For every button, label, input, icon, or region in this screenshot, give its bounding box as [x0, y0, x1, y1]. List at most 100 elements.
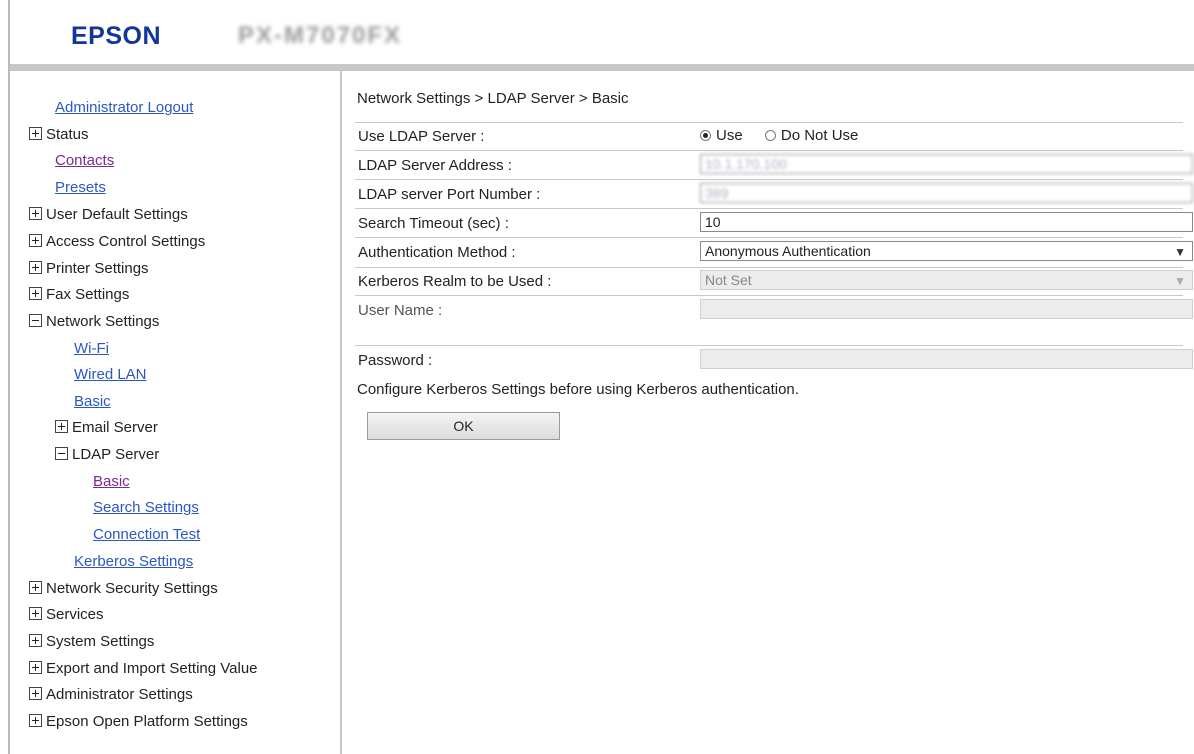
sidebar-item-label: Printer Settings: [46, 260, 149, 277]
port-number-row: LDAP server Port Number : 389: [355, 181, 1193, 207]
main-content: Network Settings > LDAP Server > Basic U…: [342, 71, 1194, 754]
sidebar-item-label: Email Server: [72, 419, 158, 436]
sidebar-item-label: LDAP Server: [72, 446, 160, 463]
auth-method-value: Anonymous Authentication: [705, 243, 871, 259]
expand-icon[interactable]: [29, 287, 42, 300]
sidebar-item-network-basic[interactable]: Basic: [74, 392, 111, 412]
divider: [355, 179, 1183, 180]
kerberos-realm-label: Kerberos Realm to be Used :: [358, 273, 552, 290]
sidebar-item-access-control-settings[interactable]: Access Control Settings: [29, 232, 205, 252]
collapse-icon[interactable]: [55, 447, 68, 460]
sidebar-item-network-security-settings[interactable]: Network Security Settings: [29, 579, 218, 599]
expand-icon[interactable]: [29, 234, 42, 247]
user-name-input: [700, 299, 1193, 319]
search-timeout-label: Search Timeout (sec) :: [358, 215, 509, 232]
sidebar-item-email-server[interactable]: Email Server: [55, 418, 158, 438]
sidebar-item-user-default-settings[interactable]: User Default Settings: [29, 205, 188, 225]
user-name-row: User Name :: [355, 297, 1193, 323]
sidebar-item-services[interactable]: Services: [29, 605, 104, 625]
kerberos-realm-select: Not Set ▼: [700, 270, 1193, 290]
use-ldap-radio-group: Use Do Not Use: [700, 127, 876, 145]
divider: [355, 345, 1183, 346]
expand-icon[interactable]: [29, 687, 42, 700]
divider: [355, 295, 1183, 296]
collapse-icon[interactable]: [29, 314, 42, 327]
radio-selected-icon[interactable]: [700, 130, 711, 141]
sidebar-item-label: Fax Settings: [46, 286, 130, 303]
sidebar-item-ldap-server[interactable]: LDAP Server: [55, 445, 159, 465]
sidebar-item-label: User Default Settings: [46, 206, 188, 223]
sidebar-item-epson-open-platform[interactable]: Epson Open Platform Settings: [29, 712, 248, 732]
expand-icon[interactable]: [29, 207, 42, 220]
expand-icon[interactable]: [29, 607, 42, 620]
expand-icon[interactable]: [29, 261, 42, 274]
port-number-input[interactable]: 389: [700, 183, 1193, 203]
sidebar-item-contacts[interactable]: Contacts: [55, 151, 114, 171]
sidebar-item-label: Network Settings: [46, 313, 160, 330]
server-address-row: LDAP Server Address : 10.1.170.100: [355, 152, 1193, 178]
kerberos-realm-value: Not Set: [705, 272, 752, 288]
sidebar-item-label: Administrator Settings: [46, 686, 193, 703]
sidebar-item-printer-settings[interactable]: Printer Settings: [29, 259, 149, 279]
kerberos-realm-row: Kerberos Realm to be Used : Not Set ▼: [355, 268, 1193, 294]
expand-icon[interactable]: [29, 661, 42, 674]
expand-icon[interactable]: [29, 581, 42, 594]
sidebar-item-network-settings[interactable]: Network Settings: [29, 312, 159, 332]
do-not-use-radio[interactable]: Do Not Use: [764, 127, 859, 144]
model-name: PX-M7070FX: [238, 22, 403, 49]
sidebar-item-ldap-basic[interactable]: Basic: [93, 472, 130, 492]
sidebar-item-export-import[interactable]: Export and Import Setting Value: [29, 659, 258, 679]
sidebar-item-label: Services: [46, 606, 104, 623]
sidebar-item-label: Status: [46, 126, 89, 143]
auth-method-label: Authentication Method :: [358, 244, 516, 261]
header: EPSON PX-M7070FX: [10, 0, 1194, 64]
sidebar-item-wired-lan[interactable]: Wired LAN: [74, 365, 147, 385]
divider: [355, 237, 1183, 238]
use-ldap-row: Use LDAP Server : Use Do Not Use: [355, 123, 1183, 149]
sidebar-item-label: System Settings: [46, 633, 155, 650]
chevron-down-icon[interactable]: ▼: [1174, 243, 1186, 261]
auth-method-row: Authentication Method : Anonymous Authen…: [355, 239, 1193, 265]
kerberos-note: Configure Kerberos Settings before using…: [357, 381, 799, 398]
sidebar-item-system-settings[interactable]: System Settings: [29, 632, 154, 652]
expand-icon[interactable]: [29, 714, 42, 727]
chevron-down-icon: ▼: [1174, 274, 1186, 288]
port-number-label: LDAP server Port Number :: [358, 186, 541, 203]
breadcrumb: Network Settings > LDAP Server > Basic: [357, 90, 629, 107]
auth-method-select[interactable]: Anonymous Authentication ▼: [700, 241, 1193, 261]
expand-icon[interactable]: [29, 127, 42, 140]
header-band: [10, 64, 1194, 71]
sidebar-item-status[interactable]: Status: [29, 125, 89, 145]
expand-icon[interactable]: [55, 420, 68, 433]
ok-button[interactable]: OK: [367, 412, 560, 440]
password-input: [700, 349, 1193, 369]
sidebar-item-administrator-logout[interactable]: Administrator Logout: [55, 98, 193, 118]
radio-label: Do Not Use: [780, 127, 859, 144]
sidebar-item-fax-settings[interactable]: Fax Settings: [29, 285, 129, 305]
sidebar-item-label: Export and Import Setting Value: [46, 660, 258, 677]
password-label: Password :: [358, 352, 433, 369]
sidebar-item-search-settings[interactable]: Search Settings: [93, 498, 199, 518]
sidebar-item-kerberos-settings[interactable]: Kerberos Settings: [74, 552, 193, 572]
use-radio[interactable]: Use: [700, 127, 743, 144]
server-address-label: LDAP Server Address :: [358, 157, 512, 174]
radio-label: Use: [716, 127, 743, 144]
search-timeout-row: Search Timeout (sec) : 10: [355, 210, 1193, 236]
user-name-label: User Name :: [358, 302, 443, 319]
expand-icon[interactable]: [29, 634, 42, 647]
sidebar-item-presets[interactable]: Presets: [55, 178, 106, 198]
sidebar: Administrator Logout Status Contacts Pre…: [10, 71, 340, 754]
sidebar-item-label: Epson Open Platform Settings: [46, 713, 248, 730]
divider: [355, 208, 1183, 209]
search-timeout-input[interactable]: 10: [700, 212, 1193, 232]
sidebar-item-label: Access Control Settings: [46, 233, 206, 250]
epson-logo: EPSON: [71, 22, 162, 50]
password-row: Password :: [355, 347, 1193, 373]
sidebar-item-connection-test[interactable]: Connection Test: [93, 525, 200, 545]
divider: [355, 150, 1183, 151]
sidebar-item-wifi[interactable]: Wi-Fi: [74, 339, 109, 359]
sidebar-item-label: Network Security Settings: [46, 580, 218, 597]
sidebar-item-administrator-settings[interactable]: Administrator Settings: [29, 685, 193, 705]
server-address-input[interactable]: 10.1.170.100: [700, 154, 1193, 174]
radio-unselected-icon[interactable]: [764, 130, 776, 141]
